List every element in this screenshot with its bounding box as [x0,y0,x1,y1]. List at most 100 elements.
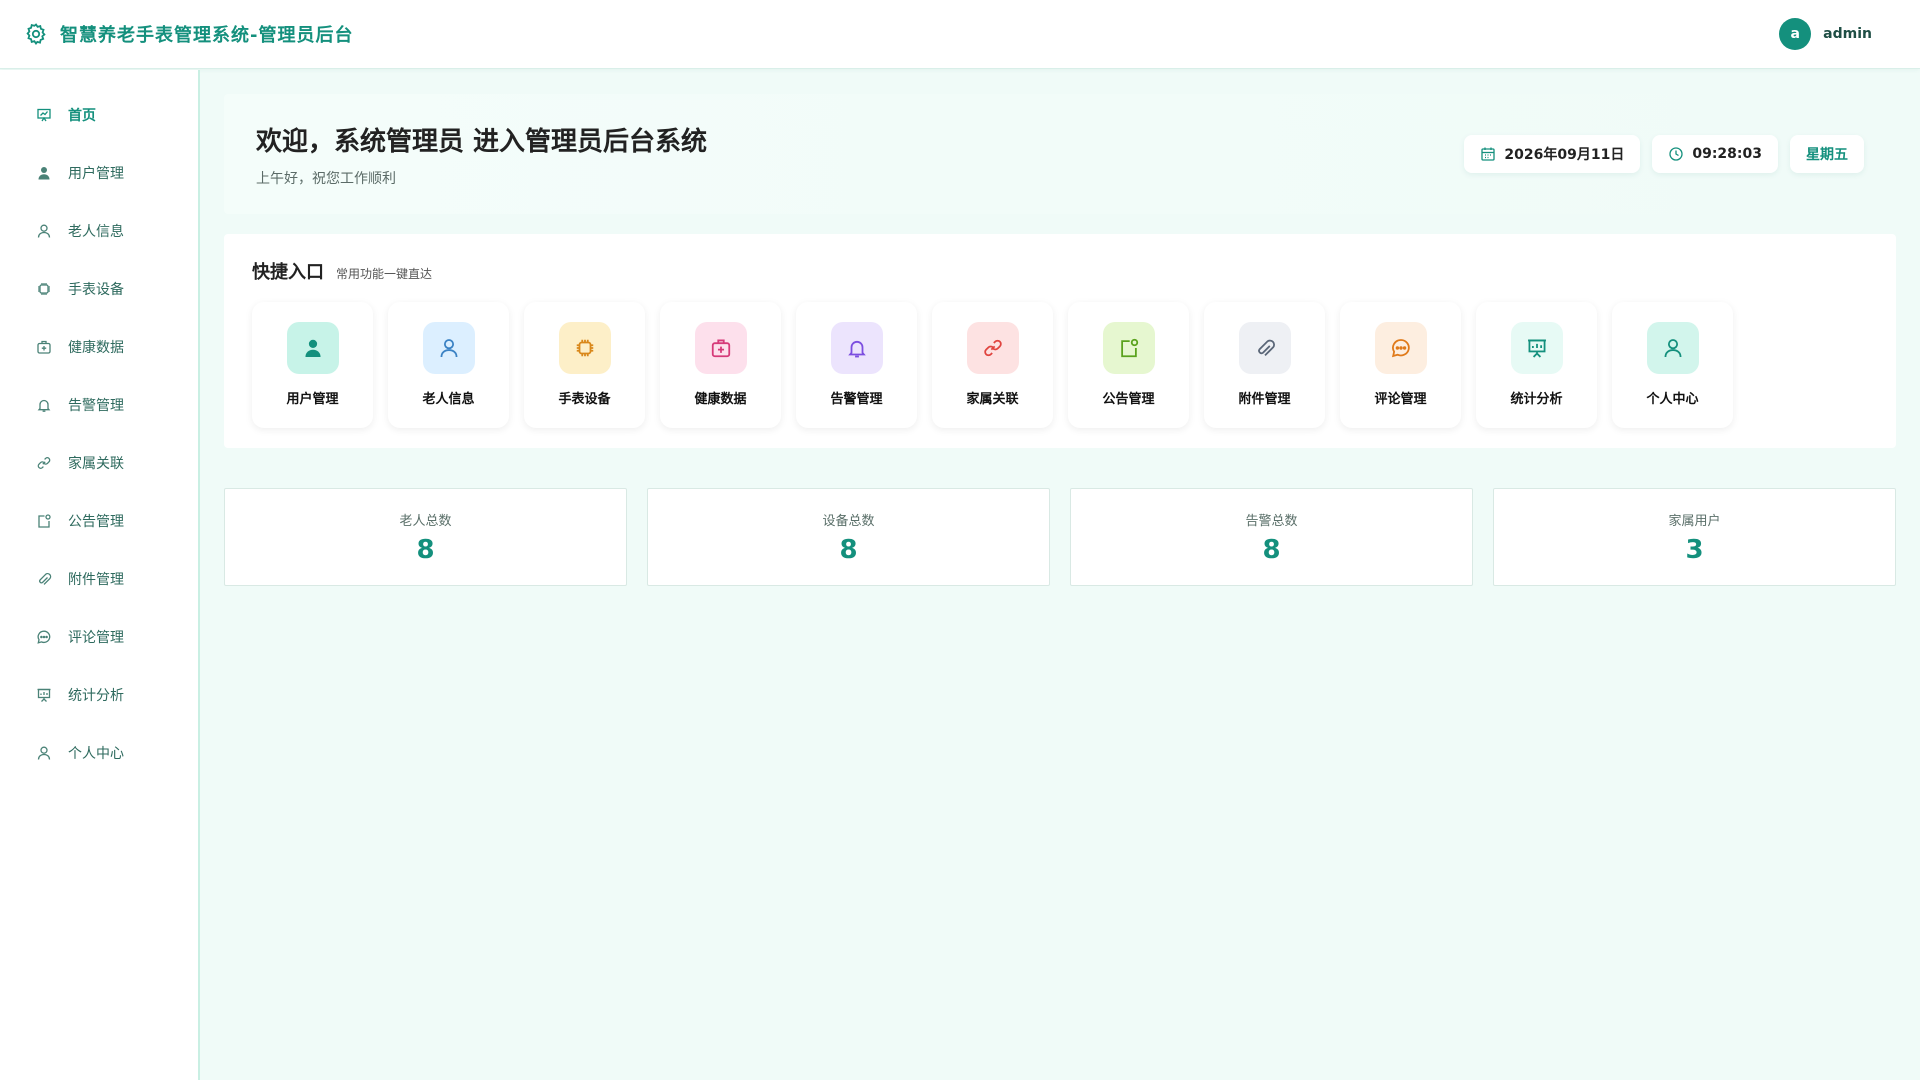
stat-card: 设备总数 8 [647,488,1050,586]
sidebar-item-label: 老人信息 [68,224,124,240]
stat-value: 8 [416,534,435,565]
quick-tile-label: 老人信息 [422,392,475,407]
time-text: 09:28:03 [1692,146,1762,162]
notification-icon [1102,322,1155,374]
sidebar-item-label: 手表设备 [68,282,124,298]
stat-label: 设备总数 [822,513,875,529]
quick-tile[interactable]: 告警管理 [796,302,917,428]
presentation-icon [1510,322,1563,374]
calendar-icon [1480,146,1496,162]
stats-row: 老人总数 8 设备总数 8 告警总数 8 家属用户 3 [224,488,1896,586]
user-icon [36,745,52,761]
app-title: 智慧养老手表管理系统-管理员后台 [60,25,354,46]
notification-icon [36,513,52,529]
top-header: 智慧养老手表管理系统-管理员后台 a admin [0,0,1920,69]
time-pill: 09:28:03 [1652,135,1778,173]
sidebar-item-label: 附件管理 [68,572,124,588]
sidebar-item-label: 用户管理 [68,166,124,182]
clock-icon [1668,146,1684,162]
user-icon [36,223,52,239]
sidebar: 首页用户管理老人信息手表设备健康数据告警管理家属关联公告管理附件管理评论管理统计… [0,70,200,1080]
stat-value: 8 [1262,534,1281,565]
quick-tile[interactable]: 健康数据 [660,302,781,428]
quick-access-title: 快捷入口 [252,262,324,283]
quick-access-grid: 用户管理 老人信息 手表设备 健康数据 告警管理 家属关联 公告管理 附件管理 评论管理 统计分析… [252,302,1868,428]
cpu-icon [558,322,611,374]
quick-tile-label: 附件管理 [1238,392,1291,407]
username[interactable]: admin [1823,26,1872,42]
sidebar-item-label: 健康数据 [68,340,124,356]
date-pill: 2026年09月11日 [1464,135,1641,173]
sidebar-item-bell-5[interactable]: 告警管理 [0,376,198,434]
cpu-icon [36,281,52,297]
sidebar-item-label: 首页 [68,108,96,124]
sidebar-item-paperclip-8[interactable]: 附件管理 [0,550,198,608]
bell-icon [830,322,883,374]
user-menu[interactable]: a admin [1779,18,1872,50]
sidebar-item-cpu-3[interactable]: 手表设备 [0,260,198,318]
chat-icon [36,629,52,645]
sidebar-item-label: 评论管理 [68,630,124,646]
quick-tile[interactable]: 个人中心 [1612,302,1733,428]
stat-label: 老人总数 [399,513,452,529]
stat-card: 老人总数 8 [224,488,627,586]
stat-label: 告警总数 [1245,513,1298,529]
chart-board-icon [36,107,52,123]
link-icon [36,455,52,471]
quick-tile-label: 统计分析 [1510,392,1563,407]
sidebar-item-label: 告警管理 [68,398,124,414]
stat-card: 家属用户 3 [1493,488,1896,586]
welcome-subtitle: 上午好，祝您工作顺利 [256,170,396,187]
user-filled-icon [36,165,52,181]
chat-icon [1374,322,1427,374]
quick-tile[interactable]: 公告管理 [1068,302,1189,428]
sidebar-item-home[interactable]: 首页 [0,86,198,144]
sidebar-item-first-aid-kit-4[interactable]: 健康数据 [0,318,198,376]
bell-icon [36,397,52,413]
sidebar-item-label: 个人中心 [68,746,124,762]
stat-value: 8 [839,534,858,565]
stat-label: 家属用户 [1668,513,1721,529]
avatar[interactable]: a [1779,18,1812,50]
quick-tile[interactable]: 用户管理 [252,302,373,428]
user-filled-icon [286,322,339,374]
welcome-banner: 欢迎，系统管理员 进入管理员后台系统 上午好，祝您工作顺利 2026年09月11… [224,94,1896,214]
gear-icon[interactable] [24,22,48,46]
presentation-icon [36,687,52,703]
quick-tile-label: 健康数据 [694,392,747,407]
sidebar-item-user-2[interactable]: 老人信息 [0,202,198,260]
quick-tile[interactable]: 老人信息 [388,302,509,428]
quick-tile-label: 家属关联 [966,392,1019,407]
quick-tile[interactable]: 家属关联 [932,302,1053,428]
weekday-text: 星期五 [1806,147,1848,163]
paperclip-icon [36,571,52,587]
sidebar-item-label: 公告管理 [68,514,124,530]
sidebar-item-user-filled-1[interactable]: 用户管理 [0,144,198,202]
main-content: 欢迎，系统管理员 进入管理员后台系统 上午好，祝您工作顺利 2026年09月11… [224,94,1896,586]
quick-access-panel: 快捷入口 常用功能一键直达 用户管理 老人信息 手表设备 健康数据 告警管理 家属关联 公告… [224,234,1896,448]
sidebar-item-user-11[interactable]: 个人中心 [0,724,198,782]
sidebar-item-notification-7[interactable]: 公告管理 [0,492,198,550]
weekday-pill: 星期五 [1790,135,1864,173]
first-aid-kit-icon [36,339,52,355]
sidebar-item-presentation-10[interactable]: 统计分析 [0,666,198,724]
quick-tile[interactable]: 评论管理 [1340,302,1461,428]
user-icon [1646,322,1699,374]
quick-tile[interactable]: 手表设备 [524,302,645,428]
user-icon [422,322,475,374]
sidebar-item-label: 统计分析 [68,688,124,704]
quick-tile-label: 公告管理 [1102,392,1155,407]
quick-tile-label: 用户管理 [286,392,339,407]
quick-tile[interactable]: 统计分析 [1476,302,1597,428]
stat-value: 3 [1685,534,1704,565]
paperclip-icon [1238,322,1291,374]
sidebar-item-link-6[interactable]: 家属关联 [0,434,198,492]
sidebar-item-chat-9[interactable]: 评论管理 [0,608,198,666]
quick-tile-label: 评论管理 [1374,392,1427,407]
sidebar-item-label: 家属关联 [68,456,124,472]
link-icon [966,322,1019,374]
welcome-title: 欢迎，系统管理员 进入管理员后台系统 [256,126,708,157]
quick-tile-label: 手表设备 [558,392,611,407]
quick-tile-label: 告警管理 [830,392,883,407]
quick-tile[interactable]: 附件管理 [1204,302,1325,428]
